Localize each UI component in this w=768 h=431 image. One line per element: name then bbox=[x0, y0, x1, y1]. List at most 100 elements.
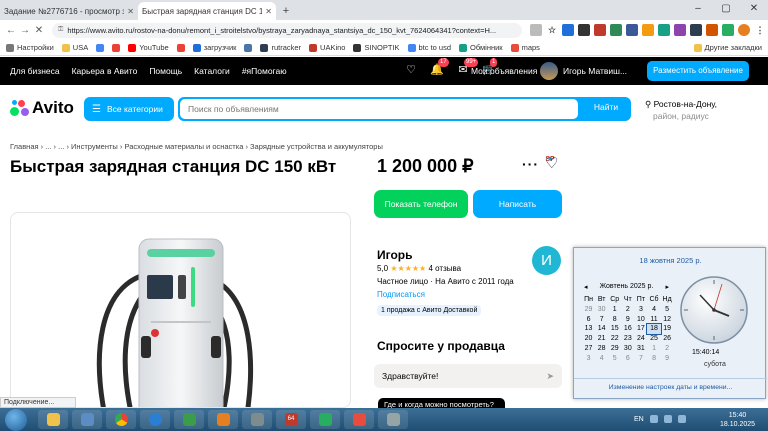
calendar-month-label[interactable]: Жовтень 2025 р. bbox=[600, 283, 654, 291]
calendar-day[interactable]: 2 bbox=[661, 344, 674, 354]
nav-i-help[interactable]: #яПомогаю bbox=[242, 66, 287, 76]
calendar-day[interactable]: 6 bbox=[582, 315, 595, 325]
taskbar-clock[interactable]: 15:40 18.10.2025 bbox=[720, 411, 755, 429]
calendar-day[interactable]: 26 bbox=[661, 334, 674, 344]
app-64-icon[interactable]: 64 bbox=[276, 410, 306, 429]
calendar-day-today[interactable]: 18 bbox=[646, 323, 662, 336]
calendar-day[interactable]: 16 bbox=[621, 324, 634, 334]
bookmark-item[interactable]: maps bbox=[510, 43, 540, 52]
calendar-day[interactable]: 27 bbox=[582, 344, 595, 354]
place-ad-button[interactable]: Разместить объявление bbox=[647, 61, 749, 81]
app-tool-icon[interactable] bbox=[242, 410, 272, 429]
volume-icon[interactable] bbox=[677, 415, 686, 423]
nav-business[interactable]: Для бизнеса bbox=[10, 66, 60, 76]
minimize-icon[interactable]: – bbox=[684, 0, 712, 18]
start-button-icon[interactable] bbox=[5, 409, 27, 431]
search-input[interactable] bbox=[180, 99, 578, 119]
calendar-day[interactable]: 1 bbox=[608, 305, 621, 315]
close-tab-icon[interactable]: ✕ bbox=[265, 7, 272, 16]
my-ads-link[interactable]: Мои объявления bbox=[471, 66, 537, 76]
calendar-day[interactable]: 3 bbox=[634, 305, 647, 315]
nav-catalogs[interactable]: Каталоги bbox=[194, 66, 230, 76]
calendar-day[interactable]: 9 bbox=[621, 315, 634, 325]
calendar-day[interactable]: 30 bbox=[621, 344, 634, 354]
calendar-day[interactable]: 9 bbox=[661, 354, 674, 364]
seller-name[interactable]: Игорь bbox=[377, 248, 413, 262]
calendar-day[interactable]: 4 bbox=[595, 354, 608, 364]
browser-tab[interactable]: SP Задание №2776716 - просмотр з ✕ bbox=[0, 2, 555, 163]
show-phone-button[interactable]: Показать телефон bbox=[374, 190, 468, 218]
extension-icon[interactable] bbox=[690, 24, 702, 36]
calendar-day[interactable]: 3 bbox=[582, 354, 595, 364]
app-shield-icon[interactable] bbox=[72, 410, 102, 429]
extension-icon[interactable] bbox=[578, 24, 590, 36]
calendar-day[interactable]: 12 bbox=[661, 315, 674, 325]
extension-icon[interactable] bbox=[610, 24, 622, 36]
favorite-heart-icon[interactable]: ♡ bbox=[545, 154, 558, 172]
ask-message-input[interactable]: Здравствуйте! ➤ bbox=[374, 364, 562, 388]
calendar-day[interactable]: 20 bbox=[582, 334, 595, 344]
bookmark-item[interactable] bbox=[96, 43, 105, 52]
more-options-icon[interactable]: ··· bbox=[522, 156, 539, 172]
calendar-day[interactable]: 25 bbox=[647, 334, 660, 344]
calendar-day[interactable]: 21 bbox=[595, 334, 608, 344]
extension-icon[interactable] bbox=[642, 24, 654, 36]
calendar-date-header[interactable]: 18 жовтня 2025 р. bbox=[574, 256, 767, 265]
avito-logo[interactable]: Avito bbox=[10, 98, 74, 118]
all-categories-button[interactable]: ☰ Все категории bbox=[84, 97, 174, 121]
browser-tab-active[interactable]: ● Быстрая зарядная станция DC 15 ✕ bbox=[138, 2, 552, 163]
stop-icon[interactable]: ✕ bbox=[32, 25, 46, 36]
calendar-day[interactable]: 24 bbox=[634, 334, 647, 344]
calendar-day[interactable]: 8 bbox=[647, 354, 660, 364]
next-month-icon[interactable]: ▸ bbox=[665, 283, 669, 291]
star-icon[interactable]: ☆ bbox=[546, 24, 558, 36]
close-tab-icon[interactable]: ✕ bbox=[127, 7, 134, 16]
bookmark-item[interactable]: загрузчик bbox=[192, 43, 236, 52]
bookmark-item[interactable]: USA bbox=[61, 43, 88, 52]
other-bookmarks[interactable]: Другие закладки bbox=[693, 43, 768, 52]
prev-month-icon[interactable]: ◂ bbox=[584, 283, 588, 291]
subscribe-link[interactable]: Подписаться bbox=[377, 290, 425, 299]
bookmark-item[interactable]: rutracker bbox=[260, 43, 301, 52]
messages-icon[interactable]: ✉ 99+ bbox=[456, 58, 479, 77]
find-button[interactable]: Найти bbox=[582, 102, 630, 112]
app-pen-icon[interactable] bbox=[310, 410, 340, 429]
calendar-day[interactable]: 14 bbox=[595, 324, 608, 334]
chrome-icon[interactable] bbox=[106, 410, 136, 429]
explorer-folder-icon[interactable] bbox=[38, 410, 68, 429]
calendar-day[interactable]: 4 bbox=[647, 305, 660, 315]
back-icon[interactable]: ← bbox=[4, 25, 18, 36]
app-monitor-icon[interactable] bbox=[174, 410, 204, 429]
calendar-day[interactable]: 19 bbox=[661, 324, 674, 334]
calendar-day[interactable]: 7 bbox=[634, 354, 647, 364]
calendar-day[interactable]: 5 bbox=[608, 354, 621, 364]
calendar-day[interactable]: 15 bbox=[608, 324, 621, 334]
calendar-day[interactable]: 6 bbox=[621, 354, 634, 364]
write-message-button[interactable]: Написать bbox=[473, 190, 562, 218]
extension-icon[interactable] bbox=[658, 24, 670, 36]
zoom-icon[interactable] bbox=[530, 24, 542, 36]
bookmark-item[interactable]: Обмінник bbox=[459, 43, 503, 52]
menu-icon[interactable]: ⋮ bbox=[754, 24, 766, 36]
calendar-day[interactable]: 1 bbox=[647, 344, 660, 354]
calendar-day[interactable]: 13 bbox=[582, 324, 595, 334]
calendar-day[interactable]: 8 bbox=[608, 315, 621, 325]
bookmark-item[interactable]: YouTube bbox=[128, 43, 169, 52]
user-menu[interactable]: Игорь Матвиш... bbox=[563, 66, 627, 76]
extension-icon[interactable] bbox=[626, 24, 638, 36]
app-media-icon[interactable] bbox=[208, 410, 238, 429]
seller-avatar[interactable]: И bbox=[532, 246, 561, 275]
calendar-day[interactable]: 7 bbox=[595, 315, 608, 325]
extension-icon[interactable] bbox=[594, 24, 606, 36]
calendar-day[interactable]: 10 bbox=[634, 315, 647, 325]
bookmark-item[interactable]: Настройки bbox=[6, 43, 54, 52]
listing-image[interactable] bbox=[10, 212, 351, 408]
notifications-bell-icon[interactable]: 🔔 17 bbox=[430, 58, 449, 77]
close-window-icon[interactable]: ✕ bbox=[740, 0, 768, 18]
calendar-day[interactable]: 31 bbox=[634, 344, 647, 354]
network-icon[interactable] bbox=[663, 415, 672, 423]
calendar-day[interactable]: 30 bbox=[595, 305, 608, 315]
calendar-day[interactable]: 5 bbox=[661, 305, 674, 315]
forward-icon[interactable]: → bbox=[18, 25, 32, 36]
app-paint-icon[interactable] bbox=[344, 410, 374, 429]
